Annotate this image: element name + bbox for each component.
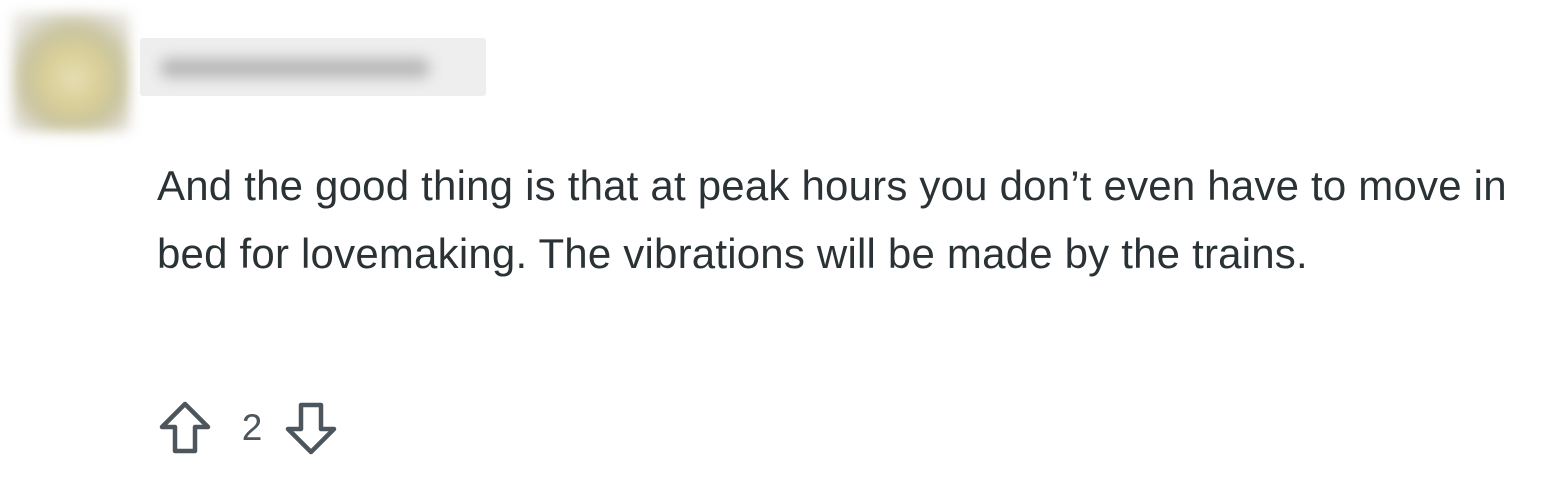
username-blur: [160, 58, 430, 78]
arrow-down-outline-icon: [285, 402, 337, 455]
comment-body: And the good thing is that at peak hours…: [157, 162, 1507, 277]
username-redacted[interactable]: [140, 38, 486, 96]
vote-score: 2: [241, 407, 263, 448]
comment-actions: 2: [157, 398, 339, 458]
avatar[interactable]: [12, 12, 130, 132]
arrow-up-outline-icon: [159, 401, 211, 454]
upvote-button[interactable]: [157, 398, 213, 458]
downvote-button[interactable]: [283, 398, 339, 458]
comment: And the good thing is that at peak hours…: [0, 0, 1556, 482]
